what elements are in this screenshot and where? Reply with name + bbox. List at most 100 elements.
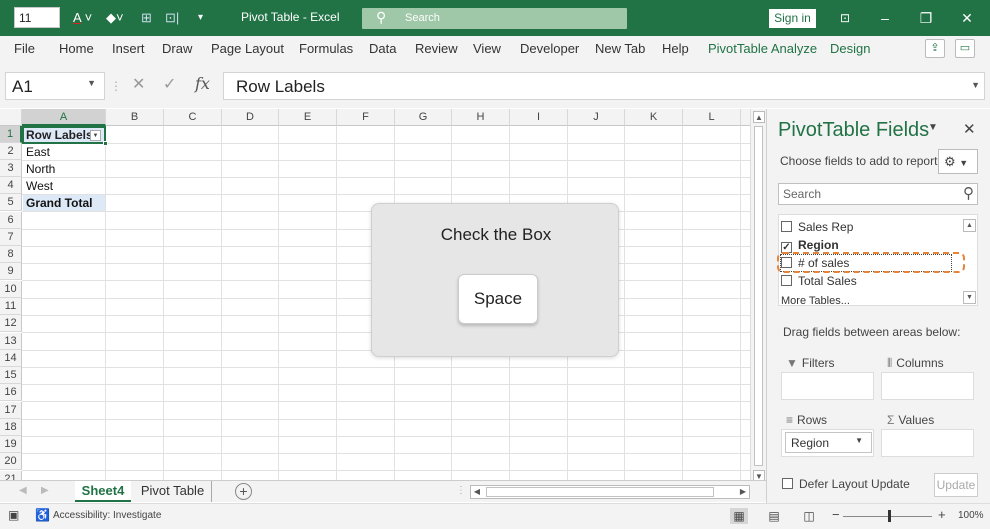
borders-icon[interactable]: ⊞ [141,8,152,28]
chevron-down-icon[interactable]: ▼ [87,78,96,88]
field-search-input[interactable]: Search ⚲ [778,183,978,205]
scroll-left-icon[interactable]: ◀ [471,486,483,498]
field-list-scrollbar[interactable]: ▲ ▼ [963,217,976,305]
sheet-tab-pivot-table[interactable]: Pivot Table [134,481,212,502]
column-header[interactable]: D [222,109,279,126]
sheet-tab-sheet4[interactable]: Sheet4 [75,481,131,502]
row-header[interactable]: 5 [0,194,22,211]
zoom-out-icon[interactable]: − [832,507,840,522]
row-header[interactable]: 20 [0,453,22,470]
close-icon[interactable]: ✕ [954,5,980,31]
merge-icon[interactable]: ⊡| [165,8,179,28]
field-sales-rep[interactable]: Sales Rep [781,219,853,235]
insert-function-icon[interactable]: fx [195,74,210,93]
row-header[interactable]: 1 [0,126,22,143]
row-header[interactable]: 21 [0,471,22,480]
customize-qat-icon[interactable]: ▾ [198,8,203,28]
zoom-level[interactable]: 100% [958,510,984,521]
row-header[interactable]: 12 [0,315,22,332]
cell-a3[interactable]: North [23,161,105,177]
cancel-icon[interactable]: ✕ [132,74,145,94]
tab-file[interactable]: File [14,41,35,56]
tab-help[interactable]: Help [662,41,689,56]
column-header[interactable]: C [164,109,222,126]
name-box[interactable]: A1 ▼ [5,72,105,100]
rows-drop-area[interactable]: Region ▼ [781,429,874,457]
scroll-thumb[interactable] [754,126,763,466]
zoom-in-icon[interactable]: + [938,507,946,522]
tab-pivottable-analyze[interactable]: PivotTable Analyze [708,41,817,56]
add-sheet-icon[interactable]: + [235,483,252,500]
scroll-down-icon[interactable]: ▼ [963,291,976,304]
zoom-slider-knob[interactable] [888,510,891,522]
scroll-up-icon[interactable]: ▲ [753,111,765,123]
macro-record-icon[interactable]: ▣ [8,508,19,522]
tab-developer[interactable]: Developer [520,41,579,56]
update-button[interactable]: Update [934,473,978,497]
row-header[interactable]: 10 [0,281,22,298]
column-header[interactable] [741,109,750,126]
ribbon-display-icon[interactable]: ⊡ [832,5,858,31]
tab-home[interactable]: Home [59,41,94,56]
scroll-right-icon[interactable]: ▶ [737,486,749,498]
checkbox-icon[interactable] [781,221,792,232]
accessibility-icon[interactable]: ♿ [35,508,50,522]
minimize-icon[interactable]: – [872,5,898,31]
field-total-sales[interactable]: Total Sales [781,273,857,289]
column-header[interactable]: J [568,109,625,126]
column-header[interactable]: K [625,109,683,126]
tab-data[interactable]: Data [369,41,396,56]
share-icon[interactable]: ⇪ [925,39,945,58]
accessibility-status[interactable]: Accessibility: Investigate [53,510,161,521]
tab-design[interactable]: Design [830,41,870,56]
sign-in-button[interactable]: Sign in [769,9,816,28]
row-header[interactable]: 7 [0,229,22,246]
cell-a5[interactable]: Grand Total [23,195,105,211]
fill-color-icon[interactable]: ◆˅ [106,8,124,28]
row-header[interactable]: 9 [0,263,22,280]
row-header[interactable]: 13 [0,333,22,350]
column-header[interactable]: H [452,109,510,126]
pane-close-icon[interactable]: ✕ [963,120,976,138]
field-region[interactable]: ✓ Region [781,237,839,253]
pane-options-chevron-icon[interactable]: ▼ [928,122,938,133]
row-header[interactable]: 4 [0,177,22,194]
row-header[interactable]: 14 [0,350,22,367]
font-color-icon[interactable]: A ˅ [73,8,92,28]
column-header[interactable]: L [683,109,741,126]
splitter-icon[interactable]: ⋮ [456,485,466,496]
enter-icon[interactable]: ✓ [163,74,176,94]
row-header[interactable]: 18 [0,419,22,436]
defer-layout-update[interactable]: Defer Layout Update [782,477,910,491]
row-header[interactable]: 8 [0,246,22,263]
checkbox-icon[interactable] [782,478,793,489]
restore-icon[interactable]: ❐ [913,5,939,31]
column-header[interactable]: E [279,109,337,126]
column-header[interactable]: B [106,109,164,126]
search-box[interactable]: ⚲ Search [362,8,627,29]
page-break-view-icon[interactable]: ◫ [800,508,818,524]
values-drop-area[interactable] [881,429,974,457]
row-header[interactable]: 11 [0,298,22,315]
comments-icon[interactable]: ▭ [955,39,975,58]
tab-review[interactable]: Review [415,41,458,56]
row-header[interactable]: 17 [0,402,22,419]
column-header[interactable]: I [510,109,568,126]
page-layout-view-icon[interactable]: ▤ [765,508,783,524]
row-header[interactable]: 3 [0,160,22,177]
rows-field-region[interactable]: Region ▼ [785,432,872,453]
tab-page-layout[interactable]: Page Layout [211,41,284,56]
column-header[interactable]: A [22,109,106,126]
row-header[interactable]: 6 [0,212,22,229]
tab-new-tab[interactable]: New Tab [595,41,645,56]
filters-drop-area[interactable] [781,372,874,400]
horizontal-scroll-thumb[interactable] [486,487,714,497]
row-header[interactable]: 19 [0,436,22,453]
checkbox-icon[interactable] [781,275,792,286]
scroll-up-icon[interactable]: ▲ [963,219,976,232]
tab-draw[interactable]: Draw [162,41,192,56]
filter-dropdown-icon[interactable]: ▼ [90,130,101,141]
row-header[interactable]: 16 [0,384,22,401]
font-size-box[interactable]: 11 [14,7,60,28]
columns-drop-area[interactable] [881,372,974,400]
